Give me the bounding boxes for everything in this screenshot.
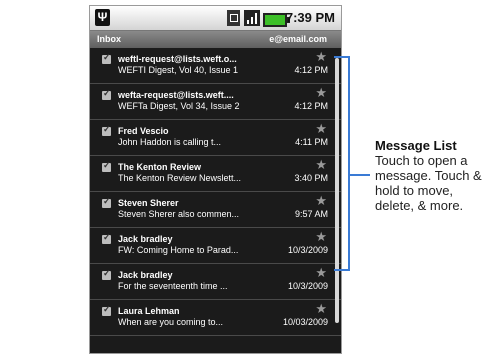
star-icon[interactable]: ★ <box>315 157 327 173</box>
callout-text-line: Touch to open a <box>375 153 468 168</box>
star-icon[interactable]: ★ <box>315 49 327 65</box>
message-time: 9:57 AM <box>294 209 328 219</box>
star-icon[interactable]: ★ <box>315 229 327 245</box>
callout-bracket <box>334 56 350 271</box>
message-sender: wefta-request@lists.weft.... <box>118 90 234 100</box>
callout-box: Message List Touch to open a message. To… <box>375 138 499 214</box>
message-subject: John Haddon is calling t... <box>118 137 222 147</box>
battery-icon <box>263 13 290 27</box>
status-bar: Ψ 7:39 PM <box>90 6 341 31</box>
message-time: 4:12 PM <box>294 101 328 111</box>
star-icon[interactable]: ★ <box>315 301 327 317</box>
callout-text-line: message. Touch & <box>375 168 482 183</box>
message-checkbox[interactable] <box>102 304 111 316</box>
message-subject: WEFTI Digest, Vol 40, Issue 1 <box>118 65 239 75</box>
status-time: 7:39 PM <box>285 10 335 25</box>
star-icon[interactable]: ★ <box>315 265 327 281</box>
message-sender: Fred Vescio <box>118 126 169 136</box>
message-time: 4:11 PM <box>295 137 328 147</box>
message-row[interactable]: Jack bradley For the seventeenth time ..… <box>90 264 341 300</box>
phone-screen: Ψ 7:39 PM Inbox e@email.com weftl-reques… <box>89 5 342 354</box>
inbox-header: Inbox e@email.com <box>90 31 341 48</box>
message-subject: When are you coming to... <box>118 317 224 327</box>
message-row[interactable]: Steven Sherer Steven Sherer also commen.… <box>90 192 341 228</box>
message-subject: For the seventeenth time ... <box>118 281 228 291</box>
message-sender: Steven Sherer <box>118 198 179 208</box>
message-checkbox[interactable] <box>102 52 111 64</box>
star-icon[interactable]: ★ <box>315 193 327 209</box>
message-sender: Jack bradley <box>118 234 173 244</box>
usb-icon: Ψ <box>95 9 110 26</box>
message-time: 10/3/2009 <box>287 245 328 255</box>
message-subject: FW: Coming Home to Parad... <box>118 245 239 255</box>
message-sender: weftl-request@lists.weft.o... <box>118 54 237 64</box>
message-time: 4:12 PM <box>294 65 328 75</box>
message-row[interactable]: Fred Vescio John Haddon is calling t... … <box>90 120 341 156</box>
callout-text-line: hold to move, <box>375 183 454 198</box>
message-subject: The Kenton Review Newslett... <box>118 173 242 183</box>
message-sender: Laura Lehman <box>118 306 180 316</box>
message-list[interactable]: weftl-request@lists.weft.o... WEFTI Dige… <box>90 48 341 336</box>
message-checkbox[interactable] <box>102 268 111 280</box>
callout-leader-line <box>350 174 370 176</box>
message-time: 3:40 PM <box>294 173 328 183</box>
message-checkbox[interactable] <box>102 196 111 208</box>
star-icon[interactable]: ★ <box>315 121 327 137</box>
message-subject: WEFTa Digest, Vol 34, Issue 2 <box>118 101 240 111</box>
signal-icon <box>244 10 260 26</box>
inbox-account: e@email.com <box>269 34 327 44</box>
message-checkbox[interactable] <box>102 160 111 172</box>
message-checkbox[interactable] <box>102 88 111 100</box>
message-checkbox[interactable] <box>102 124 111 136</box>
message-row[interactable]: weftl-request@lists.weft.o... WEFTI Dige… <box>90 48 341 84</box>
callout-title: Message List <box>375 138 457 153</box>
callout-text-line: delete, & more. <box>375 198 464 213</box>
message-row[interactable]: The Kenton Review The Kenton Review News… <box>90 156 341 192</box>
message-time: 10/3/2009 <box>287 281 328 291</box>
message-sender: Jack bradley <box>118 270 173 280</box>
message-time: 10/03/2009 <box>282 317 328 327</box>
star-icon[interactable]: ★ <box>315 85 327 101</box>
inbox-title: Inbox <box>97 34 121 44</box>
sync-icon <box>227 10 240 26</box>
message-row[interactable]: Laura Lehman When are you coming to... ★… <box>90 300 341 336</box>
message-sender: The Kenton Review <box>118 162 202 172</box>
message-row[interactable]: wefta-request@lists.weft.... WEFTa Diges… <box>90 84 341 120</box>
message-row[interactable]: Jack bradley FW: Coming Home to Parad...… <box>90 228 341 264</box>
message-checkbox[interactable] <box>102 232 111 244</box>
message-subject: Steven Sherer also commen... <box>118 209 240 219</box>
